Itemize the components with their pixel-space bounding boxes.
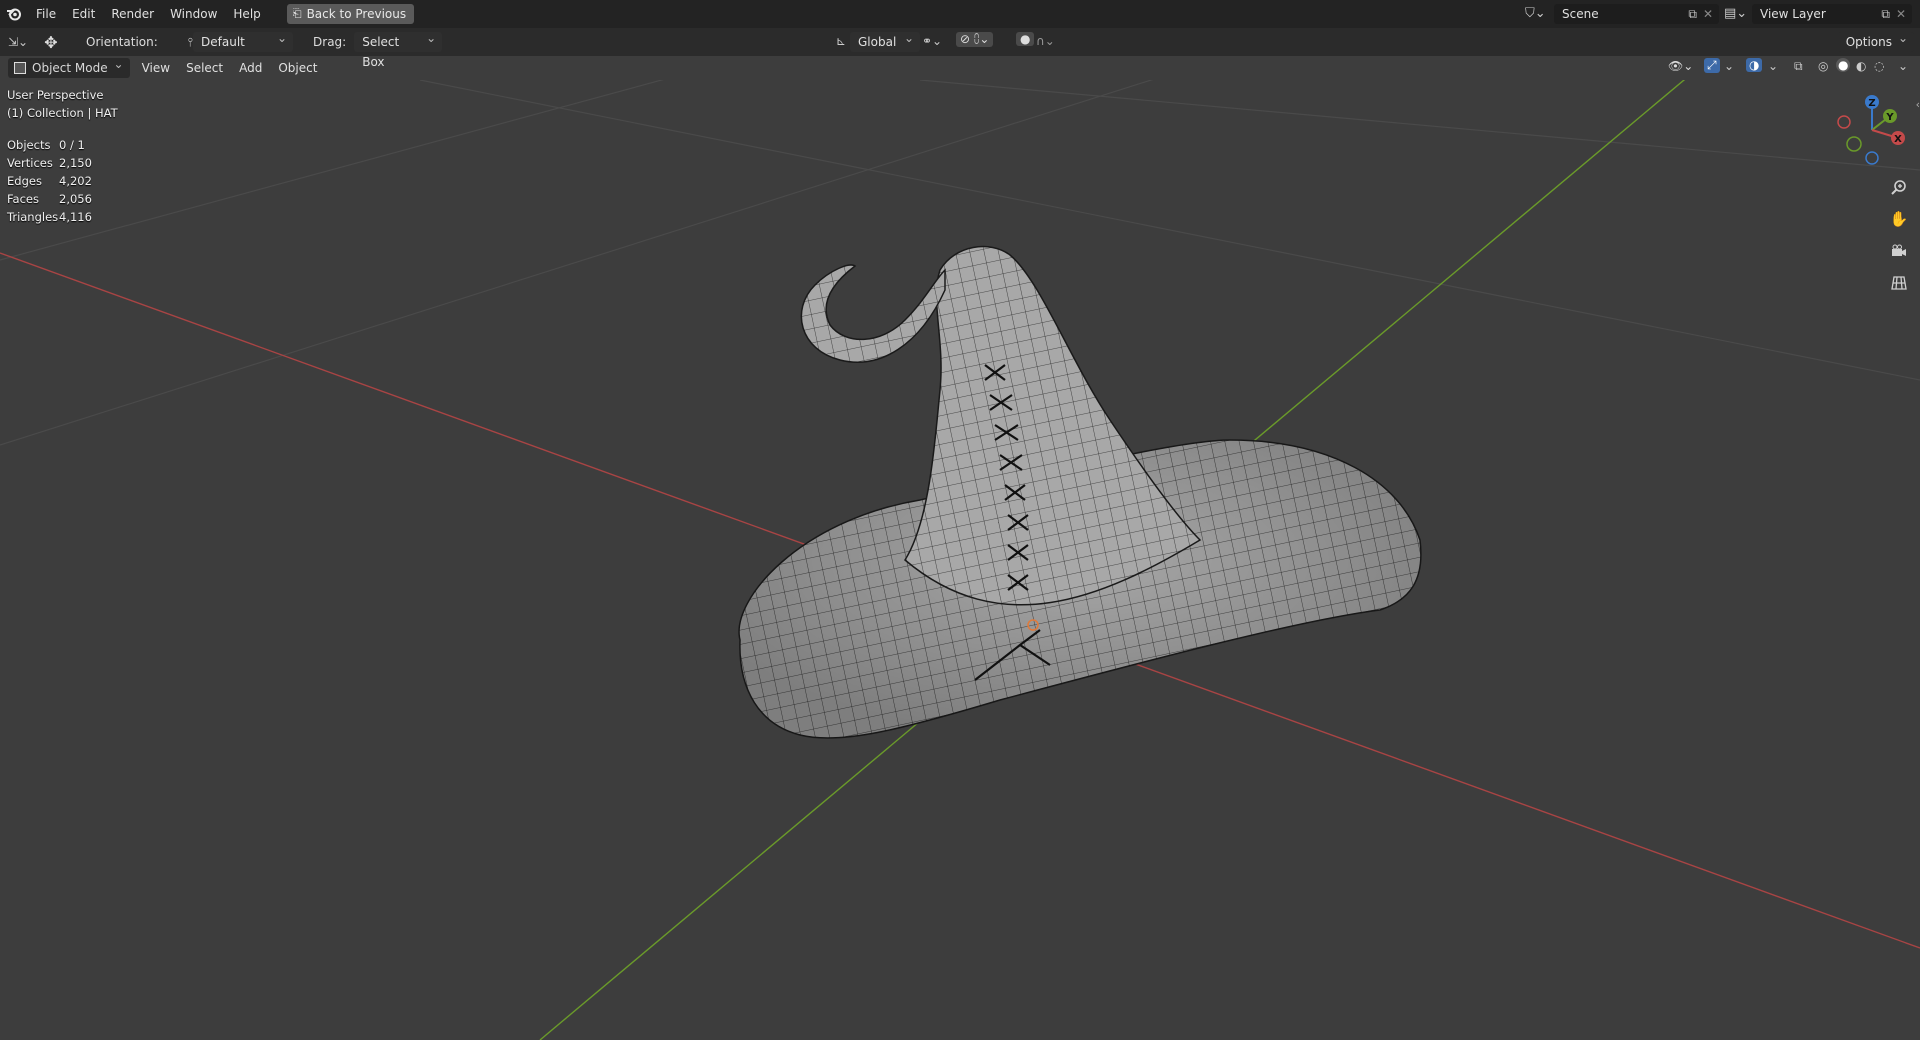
shading-solid-icon[interactable]: ●: [1836, 58, 1851, 72]
stats-value: 4,116: [59, 210, 92, 224]
menu-window[interactable]: Window: [162, 0, 225, 28]
back-to-previous-button[interactable]: ⎗ Back to Previous: [286, 4, 415, 24]
gizmo-dropdown-icon[interactable]: ⌄: [1724, 59, 1734, 73]
select-menu[interactable]: Select: [178, 57, 231, 79]
top-bar: File Edit Render Window Help ⎗ Back to P…: [0, 0, 1920, 28]
stats-label: Edges: [7, 174, 42, 188]
transform-orientation-dropdown[interactable]: Global: [850, 28, 920, 52]
back-label: Back to Previous: [306, 7, 407, 21]
object-menu[interactable]: Object: [270, 57, 325, 79]
viewport-3d[interactable]: [0, 80, 1920, 1040]
sidebar-toggle-icon[interactable]: ‹: [1916, 98, 1920, 111]
gizmo-x-label: X: [1894, 134, 1902, 145]
view-perspective-label: User Perspective: [7, 88, 104, 102]
stats-row: Edges 4,202: [7, 172, 92, 190]
gizmo-toggle-icon[interactable]: ⤢: [1704, 58, 1720, 73]
options-dropdown[interactable]: Options: [1837, 28, 1914, 52]
stats-value: 2,056: [59, 192, 92, 206]
stats-label: Faces: [7, 192, 39, 206]
gizmo-y-label: Y: [1885, 112, 1894, 123]
scene-selector[interactable]: Scene ⧉ ✕: [1554, 4, 1719, 24]
shading-rendered-icon[interactable]: ◌: [1874, 59, 1884, 73]
add-menu[interactable]: Add: [231, 57, 270, 79]
view-layer-name: View Layer: [1760, 7, 1826, 21]
viewport-nav-tools: ✋: [1888, 176, 1910, 294]
stats-label: Objects: [7, 138, 51, 152]
menu-render[interactable]: Render: [103, 0, 162, 28]
stats-value: 0 / 1: [59, 138, 85, 152]
menu-file[interactable]: File: [28, 0, 64, 28]
scene-copy-icon[interactable]: ⧉: [1688, 7, 1697, 22]
view-menu[interactable]: View: [134, 57, 178, 79]
scene-close-icon[interactable]: ✕: [1703, 7, 1713, 21]
gizmo-z-label: Z: [1868, 98, 1875, 109]
scene-name: Scene: [1562, 7, 1599, 21]
grid-icon[interactable]: [1888, 272, 1910, 294]
stats-label: Vertices: [7, 156, 53, 170]
xray-icon[interactable]: ⧉: [1794, 59, 1803, 74]
collection-label: (1) Collection | HAT: [7, 106, 118, 120]
proportional-edit-icon[interactable]: ●: [1016, 32, 1035, 46]
stats-row: Objects 0 / 1: [7, 136, 92, 154]
scene-icon[interactable]: ⛉⌄: [1525, 6, 1546, 21]
stats-value: 4,202: [59, 174, 92, 188]
tool-settings-bar: ⇲⌄ ✥ Orientation: ⫯ Default Drag: Select…: [0, 28, 1920, 69]
menu-edit[interactable]: Edit: [64, 0, 103, 28]
gizmo-neg-x[interactable]: [1837, 115, 1851, 129]
overlays-dropdown-icon[interactable]: ⌄: [1768, 59, 1778, 73]
blender-logo-icon[interactable]: [0, 7, 28, 21]
hat-mesh[interactable]: [738, 245, 1422, 739]
stats-row: Triangles 4,116: [7, 208, 92, 226]
visibility-icon[interactable]: 👁⌄: [1668, 59, 1693, 73]
shading-wireframe-icon[interactable]: ◎: [1818, 59, 1828, 73]
menu-help[interactable]: Help: [225, 0, 268, 28]
camera-icon[interactable]: [1888, 240, 1910, 262]
transform-orientation-icon: ⊾: [836, 34, 847, 48]
snap-icon[interactable]: ⊘ ⩇⌄: [956, 32, 994, 47]
gizmo-neg-z[interactable]: [1865, 151, 1879, 165]
view-layer-close-icon[interactable]: ✕: [1896, 7, 1906, 21]
view-layer-copy-icon[interactable]: ⧉: [1881, 7, 1890, 22]
zoom-icon[interactable]: [1888, 176, 1910, 198]
pivot-icon[interactable]: ⚭⌄: [922, 34, 942, 48]
object-mode-label: Object Mode: [32, 61, 108, 75]
shading-material-icon[interactable]: ◐: [1856, 59, 1866, 73]
stats-value: 2,150: [59, 156, 92, 170]
gizmo-neg-y[interactable]: [1846, 136, 1862, 152]
stats-row: Vertices 2,150: [7, 154, 92, 172]
viewport-header: Object Mode View Select Add Object 👁⌄ ⤢ …: [0, 54, 1920, 80]
scene-statistics: Objects 0 / 1 Vertices 2,150 Edges 4,202…: [7, 136, 92, 226]
view-layer-icon[interactable]: ▤⌄: [1724, 6, 1747, 21]
overlays-toggle-icon[interactable]: ◑: [1746, 58, 1763, 72]
view-layer-selector[interactable]: View Layer ⧉ ✕: [1752, 4, 1912, 24]
hand-icon[interactable]: ✋: [1888, 208, 1910, 230]
navigation-gizmo[interactable]: Z Y X: [1832, 90, 1912, 170]
object-mode-dropdown[interactable]: Object Mode: [8, 54, 130, 78]
tool-select-icon[interactable]: ⇲⌄: [8, 35, 36, 49]
falloff-icon[interactable]: ∩⌄: [1036, 34, 1055, 48]
object-mode-icon: [14, 62, 26, 74]
back-icon: ⎗: [292, 7, 302, 20]
orientation-dropdown[interactable]: Default: [193, 28, 294, 52]
drag-label: Drag:: [313, 35, 347, 49]
move-tool-icon[interactable]: ✥: [36, 33, 66, 52]
stats-row: Faces 2,056: [7, 190, 92, 208]
drag-dropdown[interactable]: Select Box: [354, 28, 443, 69]
orientation-label: Orientation:: [86, 35, 158, 49]
stats-label: Triangles: [7, 210, 59, 224]
shading-dropdown-icon[interactable]: ⌄: [1898, 59, 1908, 73]
